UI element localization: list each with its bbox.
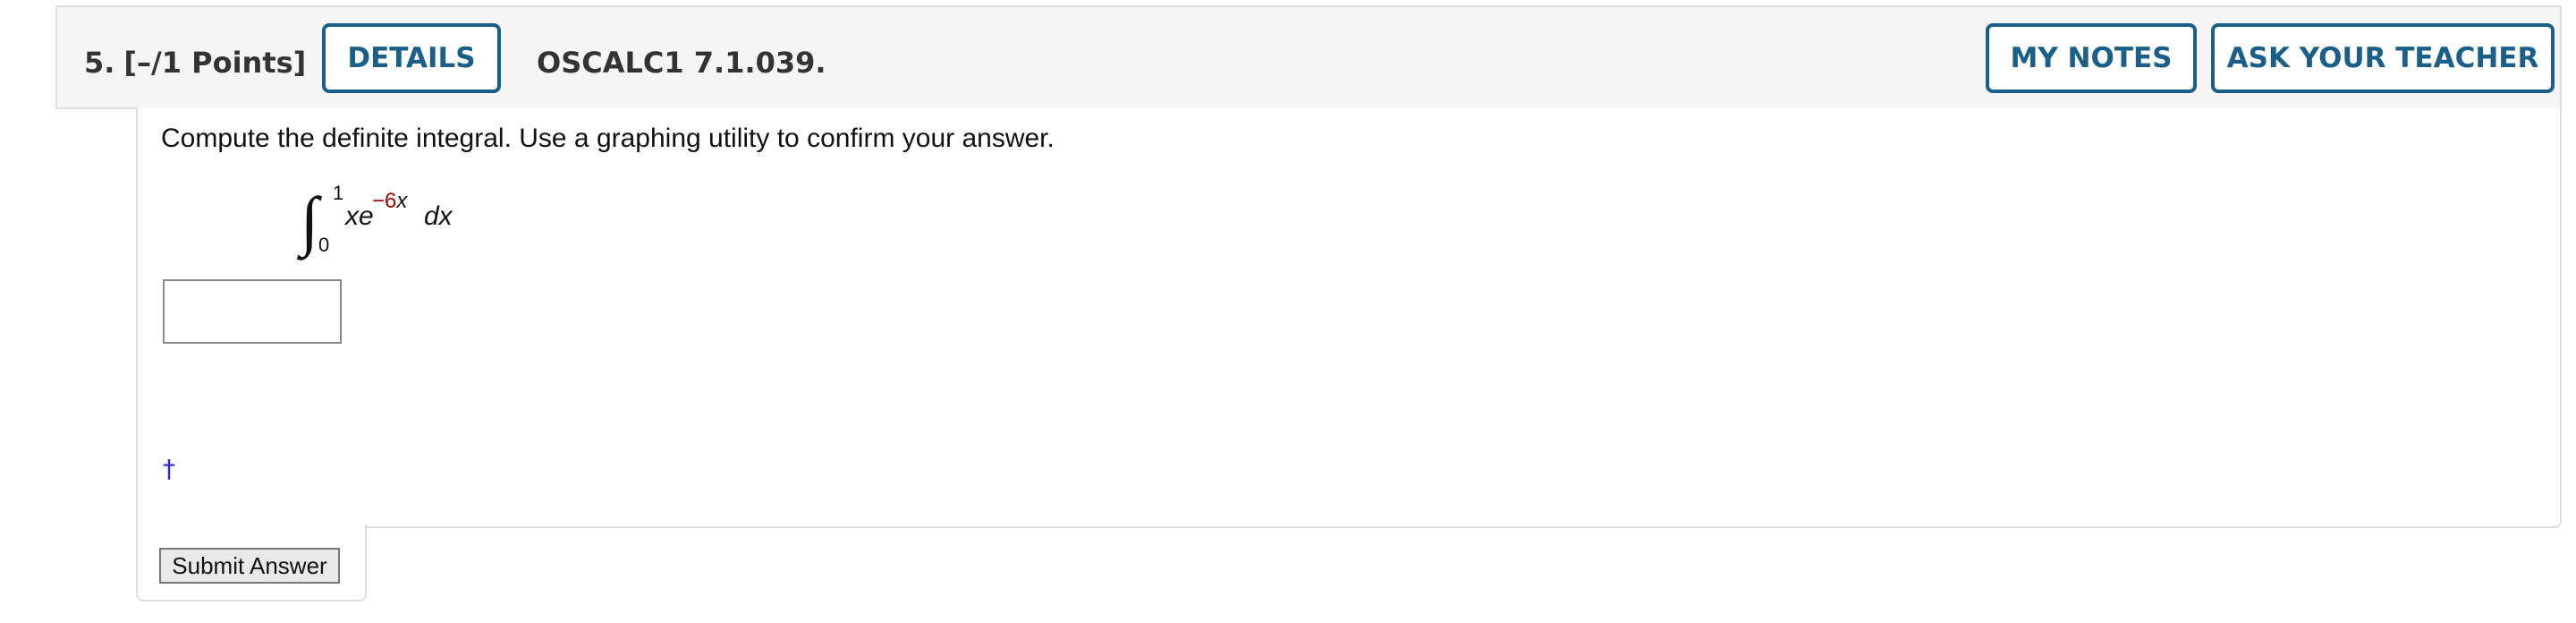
- question-header: 5. [–/1 Points] DETAILS OSCALC1 7.1.039. …: [55, 5, 2562, 109]
- integrand-exponent: −6x: [372, 190, 407, 213]
- integral-lower-limit: 0: [318, 234, 330, 256]
- question-body: [136, 107, 2562, 528]
- integral-differential: dx: [424, 201, 453, 231]
- exponent-coefficient: −6: [372, 189, 397, 213]
- exponent-variable: x: [396, 189, 408, 213]
- my-notes-button[interactable]: MY NOTES: [1986, 23, 2197, 93]
- integrand-base: xe: [345, 201, 374, 231]
- question-number-points: 5. [–/1 Points]: [84, 45, 306, 81]
- question-prompt: Compute the definite integral. Use a gra…: [161, 124, 1055, 153]
- footnote-link[interactable]: †: [163, 455, 175, 483]
- ask-teacher-button[interactable]: ASK YOUR TEACHER: [2211, 23, 2555, 93]
- integral-expression: ∫ 1 0 xe −6x dx: [295, 179, 528, 269]
- submit-answer-button[interactable]: Submit Answer: [159, 548, 340, 584]
- question-code: OSCALC1 7.1.039.: [537, 46, 826, 80]
- integral-sign: ∫: [301, 184, 319, 258]
- footer-border-mask: [138, 525, 365, 530]
- question-page: 5. [–/1 Points] DETAILS OSCALC1 7.1.039. …: [0, 0, 2576, 623]
- integral-upper-limit: 1: [333, 182, 344, 204]
- answer-input[interactable]: [163, 279, 342, 344]
- question-points: [–/1 Points]: [123, 46, 307, 80]
- details-button[interactable]: DETAILS: [322, 23, 501, 93]
- question-number: 5.: [84, 46, 115, 80]
